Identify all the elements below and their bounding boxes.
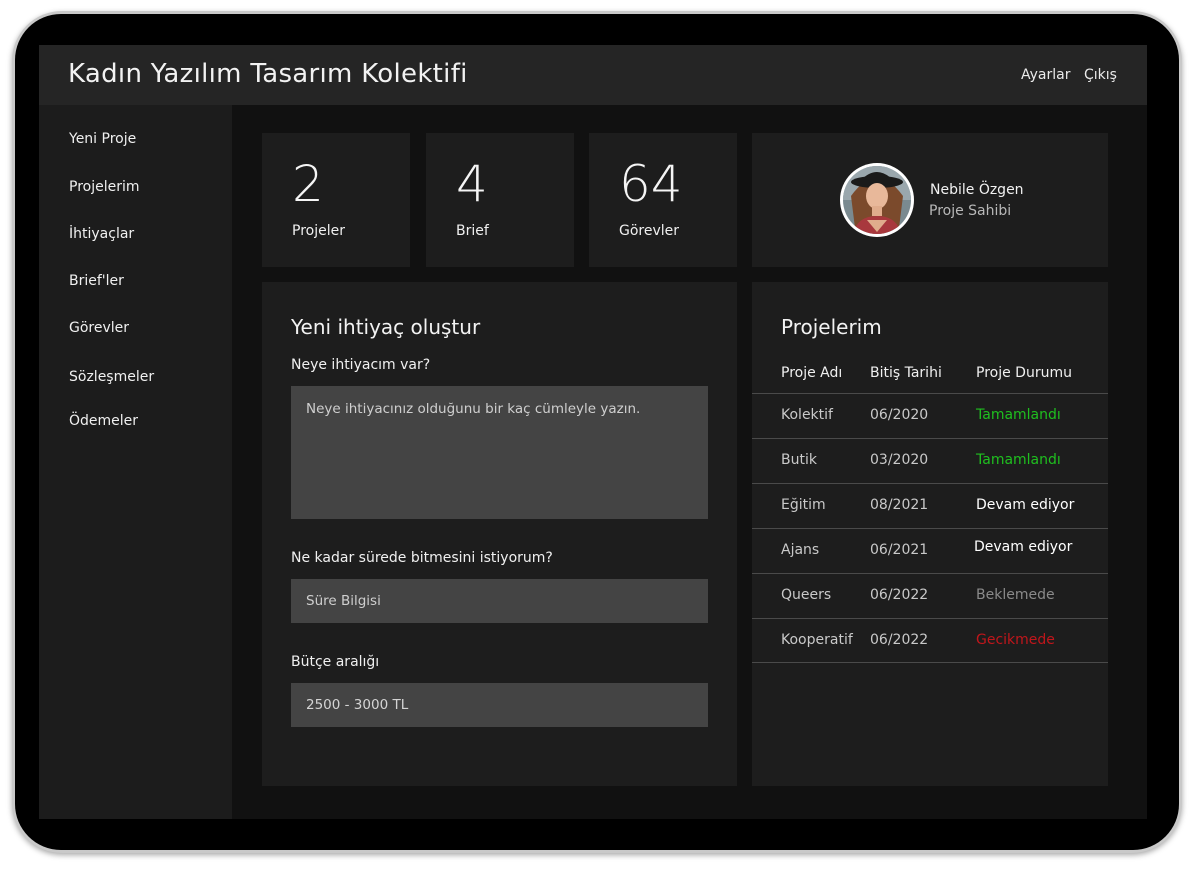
sidebar: Yeni Proje Projelerim İhtiyaçlar Brief'l…: [39, 105, 232, 819]
header-project-name: Proje Adı: [781, 365, 843, 381]
project-status: Tamamlandı: [976, 452, 1061, 468]
table-row[interactable]: Ajans 06/2021 Devam ediyor: [752, 528, 1108, 573]
project-name: Butik: [781, 452, 817, 468]
user-photo-icon: [843, 166, 911, 234]
duration-label: Ne kadar sürede bitmesini istiyorum?: [291, 550, 553, 566]
app-title: Kadın Yazılım Tasarım Kolektifi: [68, 59, 468, 89]
project-name: Kooperatif: [781, 632, 853, 648]
sidebar-item-contracts[interactable]: Sözleşmeler: [69, 369, 154, 385]
table-row[interactable]: Kolektif 06/2020 Tamamlandı: [752, 393, 1108, 438]
project-status: Devam ediyor: [976, 497, 1075, 513]
table-row[interactable]: Butik 03/2020 Tamamlandı: [752, 438, 1108, 483]
project-name: Eğitim: [781, 497, 826, 513]
stat-label: Görevler: [619, 223, 680, 239]
stat-value: 2: [292, 155, 324, 213]
project-date: 08/2021: [870, 497, 929, 513]
profile-role: Proje Sahibi: [929, 203, 1012, 219]
project-date: 03/2020: [870, 452, 929, 468]
project-status: Tamamlandı: [976, 407, 1061, 423]
profile-card[interactable]: Nebile Özgen Proje Sahibi: [752, 133, 1108, 267]
sidebar-item-payments[interactable]: Ödemeler: [69, 413, 138, 429]
budget-label: Bütçe aralığı: [291, 654, 380, 670]
project-date: 06/2021: [870, 542, 929, 558]
logout-link[interactable]: Çıkış: [1084, 67, 1117, 83]
app-screen: Kadın Yazılım Tasarım Kolektifi Ayarlar …: [39, 45, 1147, 819]
sidebar-item-needs[interactable]: İhtiyaçlar: [69, 226, 134, 242]
stat-value: 4: [456, 155, 488, 213]
new-need-form: Yeni ihtiyaç oluştur Neye ihtiyacım var?…: [262, 282, 737, 786]
settings-link[interactable]: Ayarlar: [1021, 67, 1070, 83]
project-date: 06/2022: [870, 587, 929, 603]
sidebar-item-briefs[interactable]: Brief'ler: [69, 273, 124, 289]
projects-title: Projelerim: [781, 315, 882, 339]
table-row[interactable]: Kooperatif 06/2022 Gecikmede: [752, 618, 1108, 663]
stat-label: Brief: [456, 223, 489, 239]
project-date: 06/2020: [870, 407, 929, 423]
header-end-date: Bitiş Tarihi: [870, 365, 942, 381]
project-date: 06/2022: [870, 632, 929, 648]
project-name: Queers: [781, 587, 832, 603]
budget-input[interactable]: [291, 683, 708, 727]
project-name: Ajans: [781, 542, 820, 558]
project-status: Gecikmede: [976, 632, 1055, 648]
top-bar: Kadın Yazılım Tasarım Kolektifi Ayarlar …: [39, 45, 1147, 105]
need-label: Neye ihtiyacım var?: [291, 357, 431, 373]
table-row[interactable]: Queers 06/2022 Beklemede: [752, 573, 1108, 618]
project-name: Kolektif: [781, 407, 833, 423]
stat-label: Projeler: [292, 223, 345, 239]
duration-input[interactable]: [291, 579, 708, 623]
stat-card-tasks[interactable]: 64 Görevler: [589, 133, 737, 267]
need-textarea[interactable]: [291, 386, 708, 519]
sidebar-item-my-projects[interactable]: Projelerim: [69, 179, 140, 195]
projects-table-card: Projelerim Proje Adı Bitiş Tarihi Proje …: [752, 282, 1108, 786]
sidebar-item-tasks[interactable]: Görevler: [69, 320, 129, 336]
project-status: Beklemede: [976, 587, 1055, 603]
sidebar-item-new-project[interactable]: Yeni Proje: [69, 131, 136, 147]
form-title: Yeni ihtiyaç oluştur: [291, 315, 481, 339]
header-project-status: Proje Durumu: [976, 365, 1072, 381]
avatar[interactable]: [840, 163, 914, 237]
stat-card-projects[interactable]: 2 Projeler: [262, 133, 410, 267]
project-status: Devam ediyor: [974, 539, 1073, 555]
table-row[interactable]: Eğitim 08/2021 Devam ediyor: [752, 483, 1108, 528]
profile-name: Nebile Özgen: [930, 182, 1024, 198]
stat-value: 64: [619, 155, 683, 213]
stat-card-briefs[interactable]: 4 Brief: [426, 133, 574, 267]
